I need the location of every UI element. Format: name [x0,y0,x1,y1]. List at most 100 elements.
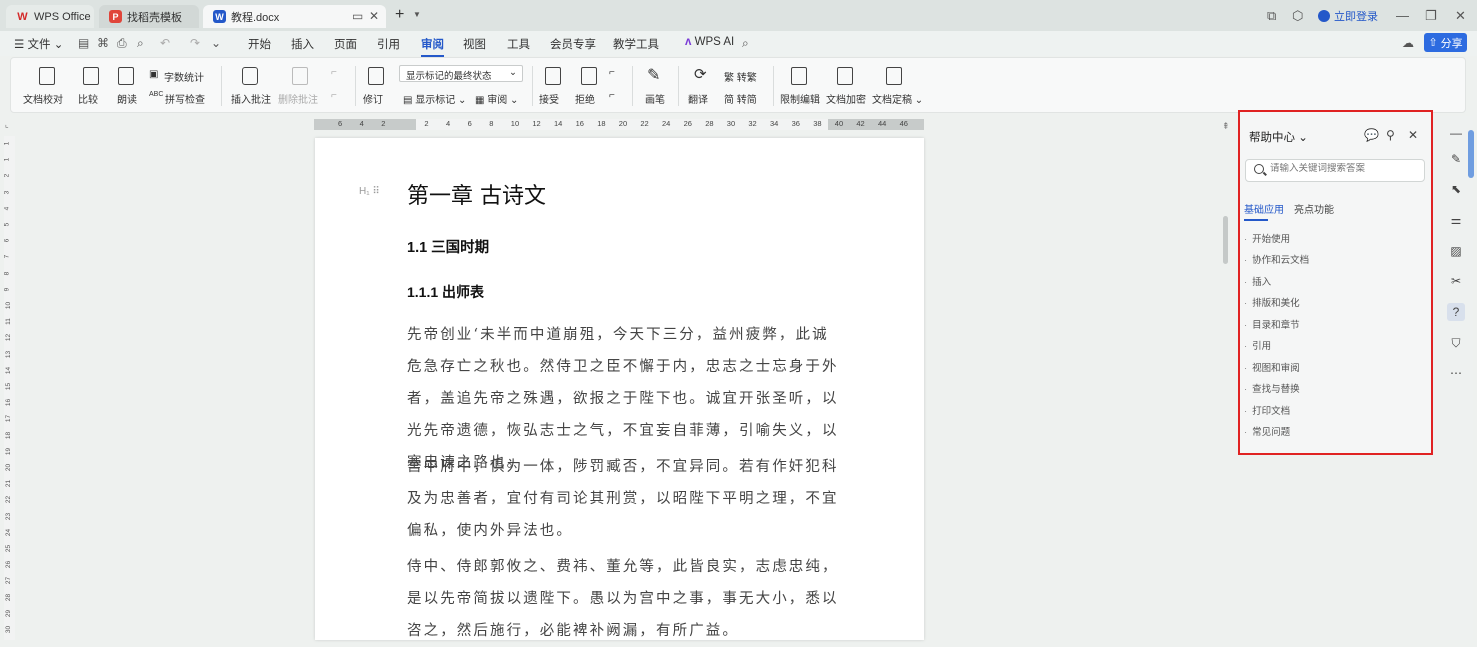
menu-wps-ai[interactable]: ʌ WPS AI [685,36,734,48]
to-simplified-button[interactable]: 简 转简 [724,91,757,106]
word-count-button[interactable]: 字数统计 [164,69,204,84]
help-item[interactable]: 排版和美化 [1244,295,1300,309]
help-item[interactable]: 常见问题 [1244,424,1290,438]
paragraph[interactable]: 宫中府中，俱为一体，陟罚臧否，不宜异同。若有作奸犯科及为忠善者，宜付有司论其刑赏… [407,451,839,547]
help-item[interactable]: 查找与替换 [1244,381,1300,395]
wps-ai-label: WPS AI [694,36,735,48]
close-icon[interactable]: ✕ [1408,128,1418,142]
menu-review[interactable]: 审阅 [421,36,444,57]
proofread-button[interactable]: 文档校对 [23,91,63,106]
translate-button[interactable]: 翻译 [688,91,708,106]
document-page[interactable]: H₁ ⠿ 第一章 古诗文 1.1 三国时期 1.1.1 出师表 先帝创业‘未半而… [315,138,924,640]
heading-drag-handle[interactable]: H₁ ⠿ [359,186,380,197]
monitor-icon[interactable]: ▭ [352,9,363,23]
more-icon[interactable]: ⋯ [1447,364,1465,382]
spell-check-button[interactable]: 拼写检查 [165,91,205,106]
tab-stop-icon[interactable]: ⌞ [5,120,9,129]
page-scrollbar[interactable] [1468,130,1474,178]
heading-2[interactable]: 1.1 三国时期 [407,236,489,257]
reject-button[interactable]: 拒绝 [575,91,595,106]
menu-insert[interactable]: 插入 [291,36,314,52]
to-traditional-button[interactable]: 繁 转繁 [724,69,757,84]
tab-basic[interactable]: 基础应用 [1244,201,1284,221]
edit-icon[interactable]: ✎ [1447,150,1465,168]
help-item[interactable]: 插入 [1244,274,1271,288]
file-menu[interactable]: ☰ 文件 ⌄ [14,36,63,52]
help-item[interactable]: 协作和云文档 [1244,252,1309,266]
finalize-button[interactable]: 文档定稿 ⌄ [872,91,923,106]
restore-icon[interactable]: ❐ [1425,8,1437,24]
chevron-down-icon[interactable]: ▼ [413,10,421,19]
insert-comment-button[interactable]: 插入批注 [231,91,271,106]
menu-start[interactable]: 开始 [248,36,271,52]
heading-3[interactable]: 1.1.1 出师表 [407,282,484,302]
tab-document[interactable]: W 教程.docx ▭ ✕ [203,5,386,28]
cube-icon[interactable]: ⬡ [1292,8,1303,24]
next-change-icon[interactable]: ⌐ [609,90,615,101]
feedback-icon[interactable]: 💬 [1364,128,1379,142]
menu-member[interactable]: 会员专享 [550,36,596,52]
help-icon[interactable]: ? [1447,303,1465,321]
close-tab-icon[interactable]: ✕ [369,9,379,23]
search-icon[interactable]: ⌕ [742,36,749,51]
paragraph[interactable]: 侍中、侍郎郭攸之、费祎、董允等，此皆良实，志虑忠纯，是以先帝简拔以遗陛下。愚以为… [407,551,839,647]
tab-highlights[interactable]: 亮点功能 [1294,201,1334,216]
adjust-icon[interactable]: ⚌ [1447,211,1465,229]
window-layout-icon[interactable]: ⧉ [1267,8,1276,24]
undo-icon[interactable]: ↶ [160,36,170,50]
restrict-edit-button[interactable]: 限制编辑 [780,91,820,106]
help-item[interactable]: 引用 [1244,338,1271,352]
compare-button[interactable]: 比较 [78,91,98,106]
collapse-icon[interactable]: — [1447,124,1465,142]
menu-teaching[interactable]: 教学工具 [613,36,659,52]
pin-icon[interactable]: ⚲ [1386,128,1395,142]
menu-view[interactable]: 视图 [463,36,486,52]
share-button[interactable]: ⇧ 分享 [1424,33,1467,52]
markup-state-select[interactable]: 显示标记的最终状态 ⌄ [399,65,523,82]
print-preview-icon[interactable]: ⌕ [137,36,144,51]
help-item[interactable]: 目录和章节 [1244,317,1300,331]
show-markup-button[interactable]: ▤ 显示标记 ⌄ [403,91,466,106]
help-title[interactable]: 帮助中心 ⌄ [1249,129,1308,145]
login-button[interactable]: 立即登录 [1318,8,1378,24]
encrypt-button[interactable]: 文档加密 [826,91,866,106]
more-chevron-icon[interactable]: ⌄ [211,36,221,50]
pen-button[interactable]: 画笔 [645,91,665,106]
help-item[interactable]: 开始使用 [1244,231,1290,245]
help-item[interactable]: 打印文档 [1244,403,1290,417]
ruler-toggle-icon[interactable]: ⇞ [1222,121,1230,132]
tools-icon[interactable]: ✂ [1447,272,1465,290]
minimize-icon[interactable]: — [1396,8,1409,23]
prev-comment-icon[interactable]: ⌐ [331,67,337,78]
menu-reference[interactable]: 引用 [377,36,400,52]
heading-1[interactable]: 第一章 古诗文 [407,178,546,210]
next-comment-icon[interactable]: ⌐ [331,90,337,101]
cloud-icon[interactable]: ☁ [1402,36,1414,50]
save-icon[interactable]: ▤ [78,36,89,50]
prev-change-icon[interactable]: ⌐ [609,67,615,78]
skin-icon[interactable]: ⛉ [1447,334,1465,352]
image-icon[interactable]: ▨ [1447,242,1465,260]
revise-button[interactable]: 修订 [363,91,383,106]
accept-button[interactable]: 接受 [539,91,559,106]
print-icon[interactable]: ⎙ [117,36,127,51]
tab-template[interactable]: P 找稻壳模板 [99,5,199,28]
help-item[interactable]: 视图和审阅 [1244,360,1300,374]
read-aloud-button[interactable]: 朗读 [117,91,137,106]
tab-wps-office[interactable]: W WPS Office [6,5,94,28]
vertical-ruler[interactable]: 1 1 2 3 4 5 6 7 8 9 10 11 12 13 14 15 16 17 18 19 20 21 22 23 24… [3,136,15,640]
ruler-tick-label: 6 [338,119,343,128]
redo-icon[interactable]: ↷ [190,36,200,50]
menu-page[interactable]: 页面 [334,36,357,52]
ruler-tick-label: 25 [5,544,13,553]
review-pane-button[interactable]: ▦ 审阅 ⌄ [475,91,518,106]
delete-comment-button[interactable]: 删除批注 [278,91,318,106]
select-icon[interactable]: ⬉ [1447,180,1465,198]
horizontal-ruler[interactable]: 6 4 2 2 4 6 8 10 12 14 16 18 20 22 24 26 28 30 32 34 36 38 40 4… [314,119,924,130]
new-tab-icon[interactable]: + [395,6,404,24]
document-scrollbar[interactable] [1223,216,1228,264]
link-icon[interactable]: ⌘ [97,36,109,50]
menu-tools[interactable]: 工具 [507,36,530,52]
close-window-icon[interactable]: ✕ [1455,8,1466,24]
help-search-input[interactable] [1270,163,1420,174]
